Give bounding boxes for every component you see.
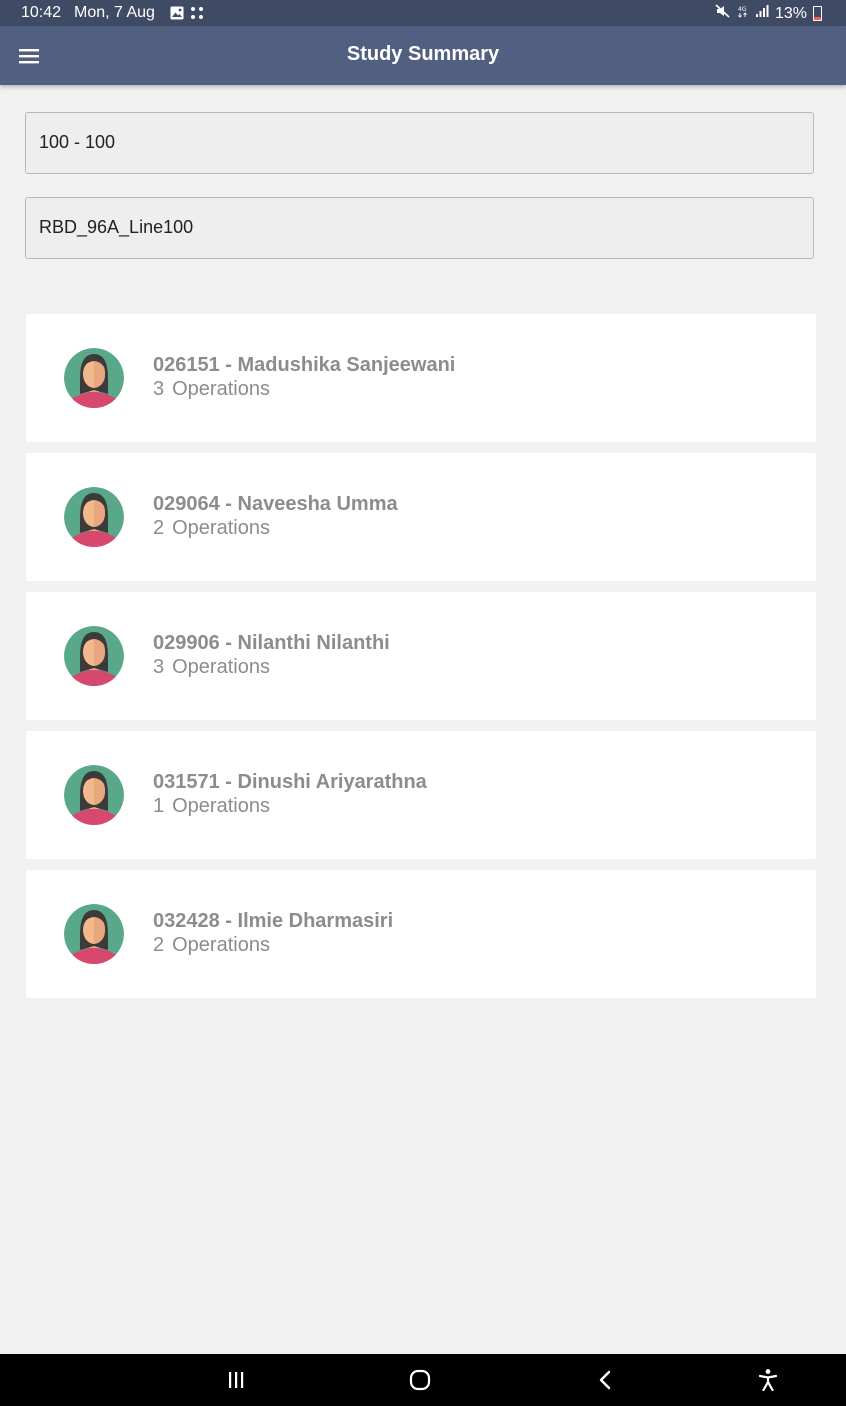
operator-name: 032428 - Ilmie Dharmasiri [153,910,394,932]
accessibility-button[interactable] [748,1364,788,1396]
operator-operations: 1 Operations [153,795,270,818]
operator-name: 029906 - Nilanthi Nilanthi [153,632,390,654]
svg-text:4G: 4G [738,6,747,13]
4g-icon: 4G [737,4,749,23]
status-bar: 10:42 Mon, 7 Aug 4G 13% [0,0,846,26]
line-range-field[interactable]: 100 - 100 [25,112,814,174]
operator-card[interactable]: 029906 - Nilanthi Nilanthi 3 Operations [26,592,816,720]
operator-operations: 3 Operations [153,378,270,401]
operator-name: 029064 - Naveesha Umma [153,493,398,515]
status-time: 10:42 [21,4,62,21]
home-icon [409,1369,431,1391]
battery-icon [813,6,822,21]
operator-card[interactable]: 029064 - Naveesha Umma 2 Operations [26,453,816,581]
back-button[interactable] [585,1364,625,1396]
line-name-value: RBD_96A_Line100 [39,217,194,237]
mute-icon [715,4,731,23]
operator-avatar [64,487,124,547]
person-avatar-icon [64,904,124,964]
operations-count: 2 [153,934,165,956]
operator-avatar [64,626,124,686]
operator-avatar [64,904,124,964]
operations-count: 1 [153,795,165,817]
person-avatar-icon [64,348,124,408]
apps-grid-icon [190,6,204,25]
operator-name: 026151 - Madushika Sanjeewani [153,354,456,376]
home-button[interactable] [400,1364,440,1396]
operations-label: Operations [172,795,270,817]
navigation-bar [0,1354,846,1406]
operations-label: Operations [172,934,270,956]
operator-avatar [64,765,124,825]
person-avatar-icon [64,765,124,825]
gallery-icon [170,6,184,25]
recent-apps-icon [229,1372,244,1388]
battery-percentage: 13% [774,4,807,22]
status-right-group: 4G 13% [715,4,822,23]
accessibility-icon [758,1369,778,1392]
operations-count: 3 [153,656,165,678]
person-avatar-icon [64,487,124,547]
operator-card[interactable]: 026151 - Madushika Sanjeewani 3 Operation… [26,314,816,442]
operator-avatar [64,348,124,408]
back-icon [599,1370,611,1390]
signal-icon [755,4,769,23]
person-avatar-icon [64,626,124,686]
page-title: Study Summary [346,43,500,65]
operations-count: 3 [153,378,165,400]
operator-card[interactable]: 032428 - Ilmie Dharmasiri 2 Operations [26,870,816,998]
operator-operations: 3 Operations [153,656,270,679]
operator-operations: 2 Operations [153,934,270,957]
operations-label: Operations [172,517,270,539]
line-name-field[interactable]: RBD_96A_Line100 [25,197,814,259]
recent-apps-button[interactable] [216,1364,256,1396]
operations-label: Operations [172,656,270,678]
operations-label: Operations [172,378,270,400]
status-date: Mon, 7 Aug [74,4,155,21]
operator-operations: 2 Operations [153,517,270,540]
operations-count: 2 [153,517,165,539]
operator-card[interactable]: 031571 - Dinushi Ariyarathna 1 Operations [26,731,816,859]
app-bar: Study Summary [0,26,846,85]
operator-name: 031571 - Dinushi Ariyarathna [153,771,427,793]
line-range-value: 100 - 100 [39,132,116,152]
